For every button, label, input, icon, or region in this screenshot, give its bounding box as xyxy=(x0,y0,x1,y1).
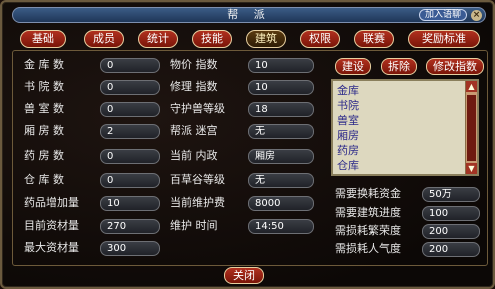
stat-value-maintenance-fee: 8000 xyxy=(248,196,314,211)
stat-label-academy: 书 院 数 xyxy=(24,80,64,93)
stat-value-beast-room: 0 xyxy=(100,102,160,117)
stat-value-maintenance-time: 14:50 xyxy=(248,219,314,234)
req-label-prosperity: 需损耗繁荣度 xyxy=(335,224,401,237)
stat-value-current-affairs: 厢房 xyxy=(248,149,314,164)
stat-value-price-index: 10 xyxy=(248,58,314,73)
stat-value-guardian-beast-level: 18 xyxy=(248,102,314,117)
list-scrollbar[interactable]: ▲ ▼ xyxy=(465,81,477,174)
stat-value-academy: 0 xyxy=(100,80,160,95)
stat-label-warehouse: 仓 库 数 xyxy=(24,173,64,186)
modify-index-button[interactable]: 修改指数 xyxy=(426,58,484,75)
stat-label-current-materials: 目前资材量 xyxy=(24,219,79,232)
stat-label-treasury: 金 库 数 xyxy=(24,58,64,71)
stat-label-medicine-increase: 药品增加量 xyxy=(24,196,79,209)
req-value-prosperity: 200 xyxy=(422,224,480,239)
list-item[interactable]: 兽室 xyxy=(337,114,359,127)
list-item[interactable]: 金库 xyxy=(337,84,359,97)
stat-label-repair-index: 修理 指数 xyxy=(170,80,218,93)
close-button[interactable]: 关闭 xyxy=(224,267,264,284)
join-voice-chat-button[interactable]: 加入语聊 xyxy=(418,9,467,21)
stat-value-repair-index: 10 xyxy=(248,80,314,95)
stat-label-price-index: 物价 指数 xyxy=(170,58,218,71)
scroll-down-icon[interactable]: ▼ xyxy=(466,163,477,174)
tab-skills[interactable]: 技能 xyxy=(192,30,232,48)
stat-label-maintenance-fee: 当前维护费 xyxy=(170,196,225,209)
stat-label-maintenance-time: 维护 时间 xyxy=(170,219,218,232)
tab-league[interactable]: 联赛 xyxy=(354,30,394,48)
req-label-build-progress: 需要建筑进度 xyxy=(335,206,401,219)
stat-value-treasury: 0 xyxy=(100,58,160,73)
window-title: 帮 派 xyxy=(227,8,271,21)
stat-value-pharmacy: 0 xyxy=(100,149,160,164)
stat-value-current-materials: 270 xyxy=(100,219,160,234)
stat-label-guild-maze: 帮派 迷宫 xyxy=(170,124,218,137)
list-item[interactable]: 药房 xyxy=(337,144,359,157)
list-item[interactable]: 厢房 xyxy=(337,129,359,142)
tab-buildings[interactable]: 建筑 xyxy=(246,30,286,48)
tab-permissions[interactable]: 权限 xyxy=(300,30,340,48)
title-bar[interactable]: 帮 派 加入语聊 × xyxy=(12,7,486,23)
list-item[interactable]: 书院 xyxy=(337,99,359,112)
scroll-up-icon[interactable]: ▲ xyxy=(466,81,477,92)
stat-label-guardian-beast-level: 守护兽等级 xyxy=(170,102,225,115)
scroll-thumb[interactable] xyxy=(467,95,476,161)
demolish-button[interactable]: 拆除 xyxy=(381,58,417,75)
tab-members[interactable]: 成员 xyxy=(84,30,124,48)
req-value-build-progress: 100 xyxy=(422,206,480,221)
build-button[interactable]: 建设 xyxy=(335,58,371,75)
stat-value-medicine-increase: 10 xyxy=(100,196,160,211)
stat-label-beast-room: 兽 室 数 xyxy=(24,102,64,115)
req-label-popularity: 需损耗人气度 xyxy=(335,242,401,255)
req-value-funds: 50万 xyxy=(422,187,480,202)
req-value-popularity: 200 xyxy=(422,242,480,257)
list-item[interactable]: 仓库 xyxy=(337,159,359,172)
stat-label-wing-room: 厢 房 数 xyxy=(24,124,64,137)
stat-value-herb-valley-level: 无 xyxy=(248,173,314,188)
close-icon[interactable]: × xyxy=(471,10,482,21)
stat-label-herb-valley-level: 百草谷等级 xyxy=(170,173,225,186)
stat-label-pharmacy: 药 房 数 xyxy=(24,149,64,162)
building-list[interactable]: 金库 书院 兽室 厢房 药房 仓库 ▲ ▼ xyxy=(331,79,479,176)
guild-window: 帮 派 加入语聊 × 基础 成员 统计 技能 建筑 权限 联赛 奖励标准 金 库… xyxy=(0,0,495,289)
tab-basic[interactable]: 基础 xyxy=(20,30,66,48)
tab-statistics[interactable]: 统计 xyxy=(138,30,178,48)
req-label-funds: 需要换耗资金 xyxy=(335,187,401,200)
stat-value-warehouse: 0 xyxy=(100,173,160,188)
stat-label-current-affairs: 当前 内政 xyxy=(170,149,218,162)
stat-value-wing-room: 2 xyxy=(100,124,160,139)
stat-value-guild-maze: 无 xyxy=(248,124,314,139)
stat-label-max-materials: 最大资材量 xyxy=(24,241,79,254)
stat-value-max-materials: 300 xyxy=(100,241,160,256)
tab-reward-standard[interactable]: 奖励标准 xyxy=(408,30,480,48)
